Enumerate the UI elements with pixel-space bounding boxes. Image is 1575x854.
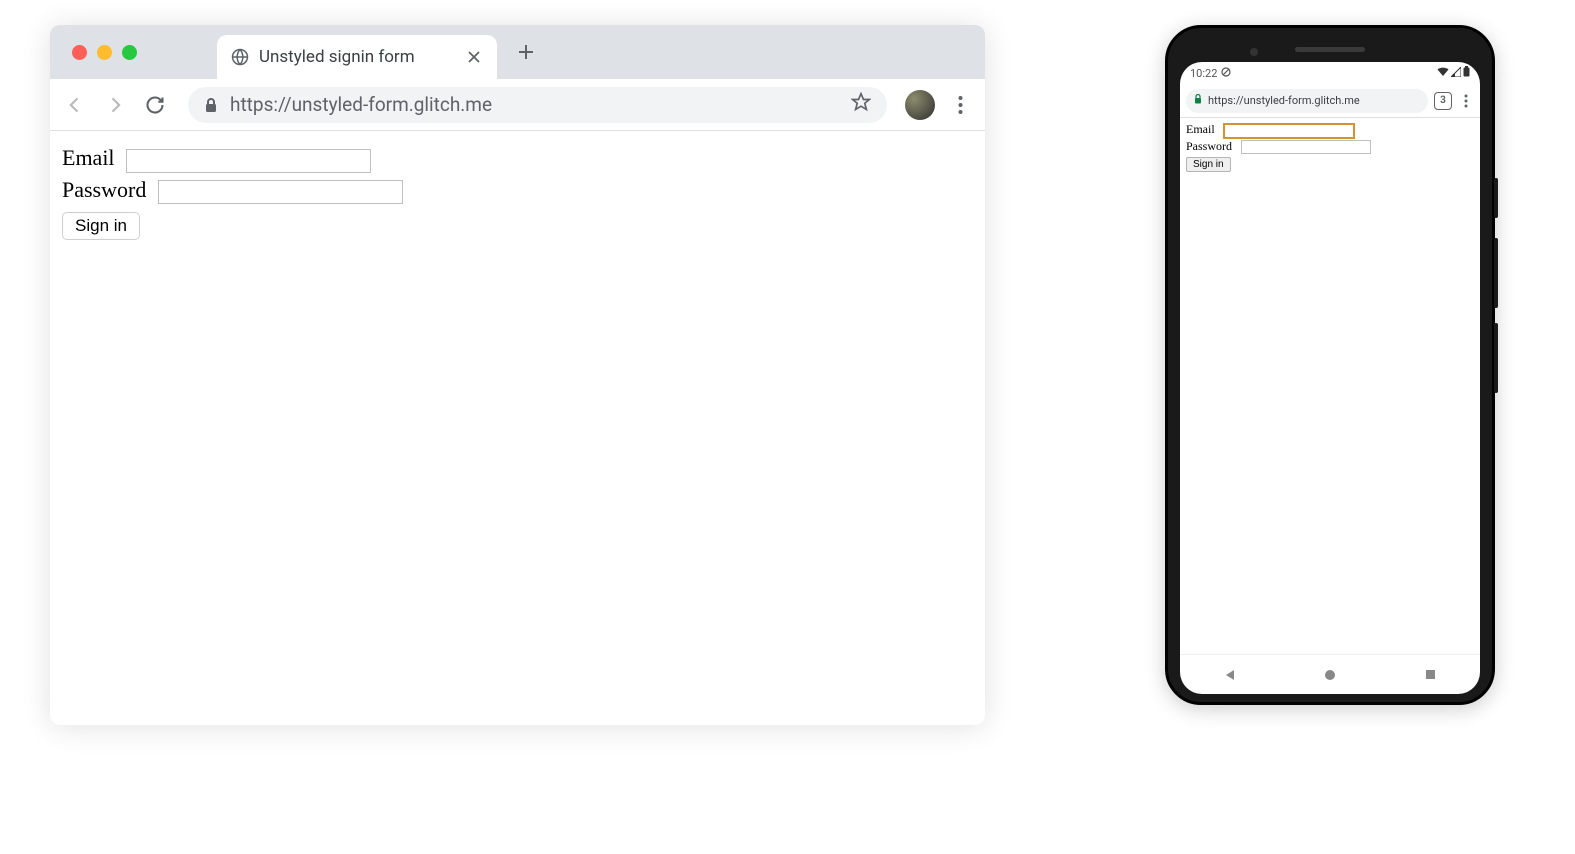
mobile-page-content: Email Password Sign in [1180,118,1480,654]
browser-tab[interactable]: Unstyled signin form [217,35,497,79]
page-content: Email Password Sign in [50,131,985,254]
status-bar: 10:22 [1180,62,1480,84]
phone-volume-up [1494,238,1498,308]
battery-icon [1463,66,1470,80]
signin-button[interactable]: Sign in [62,212,140,240]
password-label: Password [62,177,146,202]
mobile-email-input[interactable] [1224,124,1354,138]
speaker-icon [1295,47,1365,52]
toolbar: https://unstyled-form.glitch.me [50,79,985,131]
mobile-url-text: https://unstyled-form.glitch.me [1208,94,1360,107]
android-overview-button[interactable] [1423,668,1437,682]
profile-avatar[interactable] [905,90,935,120]
window-controls [72,45,137,60]
minimize-window-button[interactable] [97,45,112,60]
mobile-menu-button[interactable] [1458,94,1474,108]
android-nav-bar [1180,654,1480,694]
phone-volume-down [1494,323,1498,393]
phone-power-button [1494,178,1498,218]
browser-menu-button[interactable] [945,90,975,120]
tab-title: Unstyled signin form [259,47,455,67]
url-text: https://unstyled-form.glitch.me [230,93,839,116]
reload-button[interactable] [140,90,170,120]
do-not-disturb-icon [1221,67,1231,80]
mobile-toolbar: https://unstyled-form.glitch.me 3 [1180,84,1480,118]
android-home-button[interactable] [1323,668,1337,682]
tab-strip: Unstyled signin form [50,25,985,79]
password-input[interactable] [158,180,403,204]
phone-notch [1180,40,1480,58]
lock-icon [204,97,218,113]
new-tab-button[interactable] [511,37,541,67]
maximize-window-button[interactable] [122,45,137,60]
signal-icon [1451,67,1461,80]
close-tab-button[interactable] [465,48,483,66]
password-row: Password [62,177,973,205]
email-row: Email [62,145,973,173]
android-back-button[interactable] [1223,668,1237,682]
mobile-password-row: Password [1186,139,1474,155]
phone-screen: 10:22 htt [1180,62,1480,694]
browser-window-desktop: Unstyled signin form https://unstyled-fo… [50,25,985,725]
bookmark-star-icon[interactable] [851,92,871,117]
wifi-icon [1437,67,1449,80]
lock-icon [1194,94,1202,107]
mobile-address-bar[interactable]: https://unstyled-form.glitch.me [1186,89,1428,113]
mobile-password-input[interactable] [1241,140,1371,154]
address-bar[interactable]: https://unstyled-form.glitch.me [188,87,887,123]
mobile-tabs-button[interactable]: 3 [1434,92,1452,110]
status-time: 10:22 [1190,67,1217,80]
mobile-password-label: Password [1186,139,1232,153]
globe-icon [231,48,249,66]
back-button[interactable] [60,90,90,120]
phone-frame: 10:22 htt [1165,25,1495,705]
mobile-signin-button[interactable]: Sign in [1186,157,1231,172]
close-window-button[interactable] [72,45,87,60]
mobile-email-row: Email [1186,122,1474,138]
email-label: Email [62,145,115,170]
forward-button[interactable] [100,90,130,120]
camera-icon [1250,48,1258,56]
email-input[interactable] [126,149,371,173]
mobile-email-label: Email [1186,122,1215,136]
